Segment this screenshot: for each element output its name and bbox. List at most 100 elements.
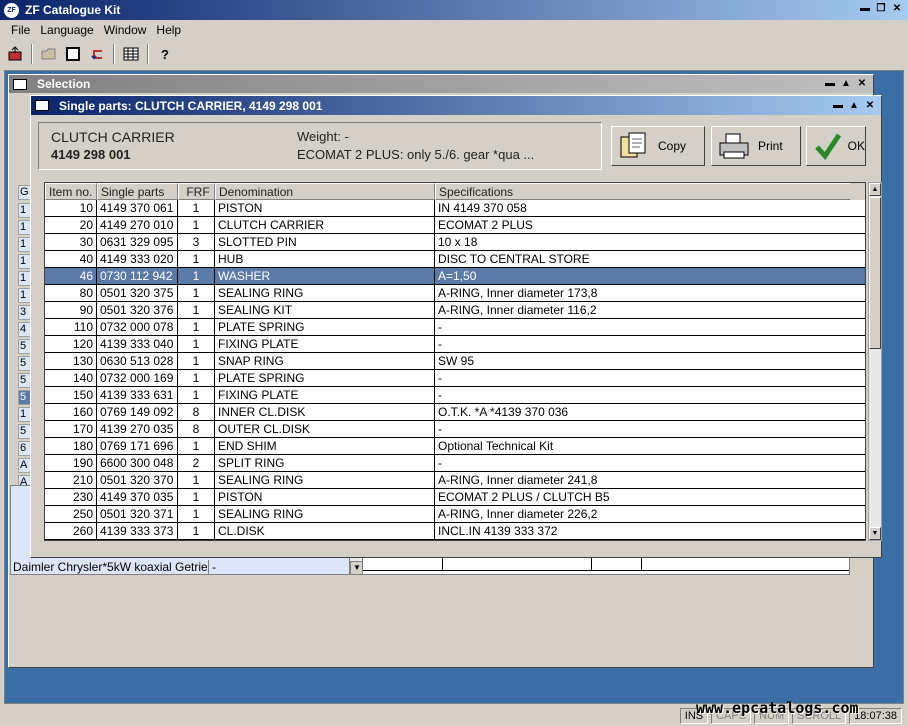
cell-single-part: 0631 329 095 [97, 234, 178, 250]
table-scrollbar[interactable]: ▲ ▼ [868, 182, 882, 541]
col-header-item-no[interactable]: Item no. [45, 183, 97, 200]
table-row[interactable]: 130 0630 513 028 1 SNAP RING SW 95 [45, 353, 865, 370]
cell-single-part: 0730 112 942 [97, 268, 178, 284]
table-row[interactable]: 80 0501 320 375 1 SEALING RING A-RING, Inner… [45, 285, 865, 302]
window-icon [35, 100, 49, 111]
table-row[interactable]: 160 0769 149 092 8 INNER CL.DISK O.T.K. *A *… [45, 404, 865, 421]
cell-single-part: 0501 320 376 [97, 302, 178, 318]
menu-window[interactable]: Window [99, 23, 152, 37]
part-info-panel: CLUTCH CARRIER 4149 298 001 Weight: - EC… [38, 122, 602, 170]
scroll-thumb[interactable] [869, 197, 881, 349]
col-header-frf[interactable]: FRF [178, 183, 215, 200]
cell-frf: 1 [178, 472, 215, 488]
table-row[interactable]: 150 4139 333 631 1 FIXING PLATE - [45, 387, 865, 404]
table-row[interactable]: 90 0501 320 376 1 SEALING KIT A-RING, Inner … [45, 302, 865, 319]
list-item-value: - [212, 560, 216, 574]
table-row[interactable]: 40 4149 333 020 1 HUB DISC TO CENTRAL STORE [45, 251, 865, 268]
minimize-button[interactable]: ▬ [858, 2, 872, 16]
table-row[interactable]: 30 0631 329 095 3 SLOTTED PIN 10 x 18 [45, 234, 865, 251]
close-button[interactable]: ✕ [863, 99, 877, 113]
cell-single-part: 4139 270 035 [97, 421, 178, 437]
cell-specification: IN 4149 370 058 [438, 201, 527, 215]
table-row[interactable]: 140 0732 000 169 1 PLATE SPRING - [45, 370, 865, 387]
close-button[interactable]: ✕ [890, 2, 904, 16]
cell-frf: 3 [178, 234, 215, 250]
cell-item-no: 130 [45, 353, 97, 369]
cell-item-no: 180 [45, 438, 97, 454]
copy-button[interactable]: Copy [611, 126, 705, 166]
cell-denomination: PISTON [215, 200, 435, 216]
cell-item-no: 170 [45, 421, 97, 437]
table-row[interactable]: 250 0501 320 371 1 SEALING RING A-RING, Inne… [45, 506, 865, 523]
table-row[interactable]: 230 4149 370 035 1 PISTON ECOMAT 2 PLUS / CL… [45, 489, 865, 506]
cell-denomination: OUTER CL.DISK [215, 421, 435, 437]
minimize-button[interactable]: ▬ [823, 77, 837, 91]
back-arrow-icon[interactable] [86, 43, 108, 65]
cell-single-part: 4139 333 631 [97, 387, 178, 403]
menu-language[interactable]: Language [35, 23, 98, 37]
table-row[interactable]: 180 0769 171 696 1 END SHIM Optional Technic… [45, 438, 865, 455]
cell-denomination: PLATE SPRING [215, 319, 435, 335]
list-item-name: Daimler Chrysler*5kW koaxial Getriebe*SE [13, 560, 209, 574]
table-row[interactable]: 20 4149 270 010 1 CLUTCH CARRIER ECOMAT 2 PL… [45, 217, 865, 234]
cell-item-no: 40 [45, 251, 97, 267]
table-row[interactable]: 120 4139 333 040 1 FIXING PLATE - [45, 336, 865, 353]
cell-specification: A-RING, Inner diameter 173,8 [438, 286, 598, 300]
maximize-button[interactable]: ▲ [839, 77, 853, 91]
ok-label: OK [847, 139, 865, 153]
open-folder-icon[interactable] [38, 43, 60, 65]
cell-frf: 1 [178, 268, 215, 284]
close-button[interactable]: ✕ [855, 77, 869, 91]
cell-frf: 1 [178, 370, 215, 386]
cell-item-no: 230 [45, 489, 97, 505]
single-parts-titlebar: Single parts: CLUTCH CARRIER, 4149 298 0… [31, 96, 881, 115]
menubar: File Language Window Help [0, 20, 908, 40]
minimize-button[interactable]: ▬ [831, 99, 845, 113]
cell-specification: - [438, 371, 442, 385]
cell-specification: ECOMAT 2 PLUS / CLUTCH B5 [438, 490, 610, 504]
table-row[interactable]: 210 0501 320 370 1 SEALING RING A-RING, Inne… [45, 472, 865, 489]
cell-frf: 1 [178, 506, 215, 522]
window-icon[interactable] [62, 43, 84, 65]
cell-specification: DISC TO CENTRAL STORE [438, 252, 590, 266]
cell-item-no: 120 [45, 336, 97, 352]
cell-denomination: PLATE SPRING [215, 370, 435, 386]
export-icon[interactable] [4, 43, 26, 65]
table-row[interactable]: 170 4139 270 035 8 OUTER CL.DISK - [45, 421, 865, 438]
list-item[interactable]: Daimler Chrysler*5kW koaxial Getriebe*SE… [11, 560, 349, 574]
cell-frf: 1 [178, 217, 215, 233]
cell-denomination: END SHIM [215, 438, 435, 454]
cell-specification: A-RING, Inner diameter 116,2 [438, 303, 597, 317]
menu-file[interactable]: File [6, 23, 35, 37]
scroll-down-arrow-icon[interactable]: ▼ [869, 527, 881, 540]
table-row[interactable]: 110 0732 000 078 1 PLATE SPRING - [45, 319, 865, 336]
cell-single-part: 0732 000 169 [97, 370, 178, 386]
table-row[interactable]: 46 0730 112 942 1 WASHER A=1,50 [45, 268, 865, 285]
cell-frf: 1 [178, 200, 215, 216]
help-icon[interactable]: ? [154, 43, 176, 65]
col-header-specifications[interactable]: Specifications [435, 183, 850, 200]
cell-frf: 1 [178, 251, 215, 267]
table-row[interactable]: 190 6600 300 048 2 SPLIT RING - [45, 455, 865, 472]
ok-button[interactable]: OK [806, 126, 866, 166]
restore-button[interactable]: ❐ [874, 2, 888, 16]
cell-item-no: 90 [45, 302, 97, 318]
cell-specification: A=1,50 [438, 269, 477, 283]
maximize-button[interactable]: ▲ [847, 99, 861, 113]
col-header-denomination[interactable]: Denomination [215, 183, 435, 200]
scroll-up-arrow-icon[interactable]: ▲ [869, 183, 881, 196]
cell-specification: - [438, 337, 442, 351]
cell-single-part: 4149 370 035 [97, 489, 178, 505]
table-row[interactable]: 10 4149 370 061 1 PISTON IN 4149 370 058 [45, 200, 865, 217]
table-icon[interactable] [120, 43, 142, 65]
cell-single-part: 4149 270 010 [97, 217, 178, 233]
menu-help[interactable]: Help [151, 23, 186, 37]
cell-frf: 8 [178, 404, 215, 420]
cell-single-part: 0501 320 371 [97, 506, 178, 522]
cell-single-part: 0630 513 028 [97, 353, 178, 369]
print-button[interactable]: Print [711, 126, 801, 166]
cell-frf: 1 [178, 523, 215, 539]
cell-denomination: SPLIT RING [215, 455, 435, 471]
col-header-single-parts[interactable]: Single parts [97, 183, 178, 200]
table-row[interactable]: 260 4139 333 373 1 CL.DISK INCL.IN 4139 333 … [45, 523, 865, 540]
